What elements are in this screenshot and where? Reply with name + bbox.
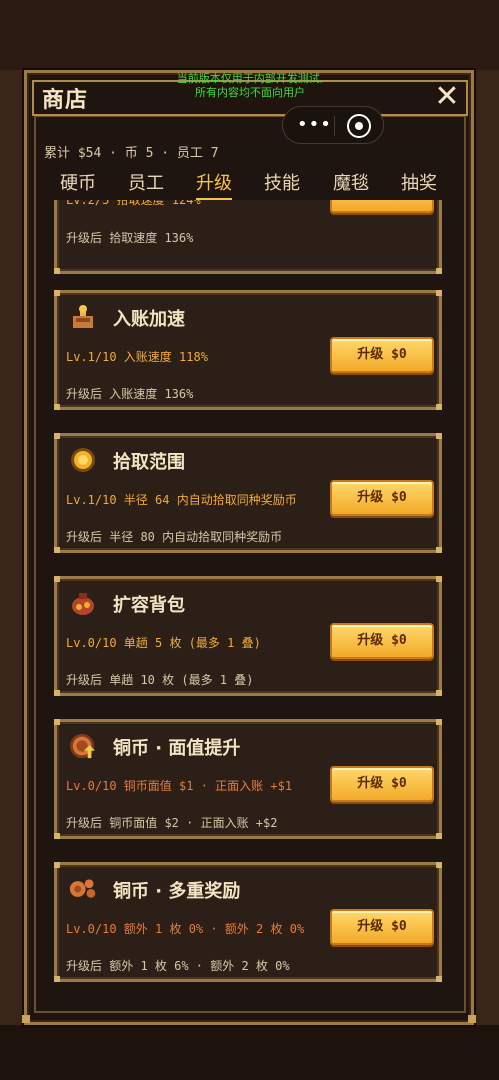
card-next-level: 升级后 半径 80 内自动拾取同种奖励币 (66, 530, 283, 544)
card-corner (54, 862, 60, 868)
card-corner (54, 404, 60, 410)
card-next-level: 升级后 单趟 10 枚 (最多 1 叠) (66, 673, 254, 687)
card-corner (54, 690, 60, 696)
card-current-level: Lv.0/10 铜币面值 $1 · 正面入账 +$1 (66, 779, 293, 793)
tab-staff[interactable]: 员工 (128, 170, 164, 198)
dev-notice-line1: 当前版本仅用于内部开发测试, (176, 72, 324, 85)
background-floor (0, 1025, 499, 1080)
shop-title: 商店 (42, 88, 89, 113)
card-corner (54, 290, 60, 296)
card-title: 铜币 · 面值提升 (113, 738, 241, 759)
card-next-level: 升级后 额外 1 枚 6% · 额外 2 枚 0% (66, 959, 290, 973)
card-corner (436, 433, 442, 439)
upgrade-button[interactable]: 升级 $0 (330, 480, 434, 516)
card-current-level: Lv.1/10 入账速度 118% (66, 350, 208, 364)
card-corner (436, 290, 442, 296)
upgrade-button[interactable]: 升级 $0 (330, 337, 434, 373)
card-title: 拾取范围 (113, 452, 185, 473)
card-next-level: 升级后 铜币面值 $2 · 正面入账 +$2 (66, 816, 278, 830)
upgrade-button[interactable]: 升级 $0 (330, 623, 434, 659)
upgrade-button[interactable]: 升级 $0 (330, 200, 434, 213)
card-current-level: Lv.0/10 单趟 5 枚 (最多 1 叠) (66, 636, 261, 650)
card-next-level: 升级后 拾取速度 136% (66, 231, 194, 245)
more-options-icon[interactable]: ••• (297, 114, 332, 135)
bag-icon (69, 589, 97, 617)
card-corner (54, 433, 60, 439)
card-corner (54, 719, 60, 725)
tab-coins[interactable]: 硬币 (60, 170, 96, 198)
exit-miniprogram-icon[interactable] (347, 114, 371, 138)
panel-corner (468, 1015, 476, 1023)
upgrade-card-pickup-speed: Lv.2/5 拾取速度 124% 升级后 拾取速度 136% 升级 $0 (54, 200, 442, 274)
card-corner (436, 576, 442, 582)
upgrade-card-pickup-range: 拾取范围 Lv.1/10 半径 64 内自动拾取同种奖励币 升级后 半径 80 … (54, 433, 442, 553)
card-corner (54, 833, 60, 839)
card-next-level: 升级后 入账速度 136% (66, 387, 194, 401)
upgrade-card-income-speed: 入账加速 Lv.1/10 入账速度 118% 升级后 入账速度 136% 升级 … (54, 290, 442, 410)
card-corner (54, 268, 60, 274)
tab-lottery[interactable]: 抽奖 (401, 170, 437, 198)
card-corner (436, 976, 442, 982)
card-corner (436, 862, 442, 868)
miniprogram-capsule: ••• (282, 106, 384, 144)
card-title: 扩容背包 (113, 595, 185, 616)
card-corner (54, 576, 60, 582)
card-title: 入账加速 (113, 309, 185, 330)
tab-upgrades[interactable]: 升级 (196, 170, 232, 200)
coin-glow-icon (69, 446, 97, 474)
card-title: 铜币 · 多重奖励 (113, 881, 241, 902)
dev-notice: 当前版本仅用于内部开发测试, 所有内容均不面向用户 (150, 72, 350, 100)
dev-notice-line2: 所有内容均不面向用户 (195, 86, 305, 99)
card-corner (436, 719, 442, 725)
card-corner (436, 268, 442, 274)
background-top (0, 0, 499, 70)
card-corner (436, 547, 442, 553)
card-corner (54, 547, 60, 553)
player-stats: 累计 $54 · 币 5 · 员工 7 (44, 146, 219, 161)
card-corner (436, 404, 442, 410)
capsule-divider (334, 116, 335, 136)
upgrade-card-bag-capacity: 扩容背包 Lv.0/10 单趟 5 枚 (最多 1 叠) 升级后 单趟 10 枚… (54, 576, 442, 696)
upgrade-list[interactable]: Lv.2/5 拾取速度 124% 升级后 拾取速度 136% 升级 $0 入账加… (44, 200, 456, 1005)
card-corner (436, 833, 442, 839)
copper-coins-icon (69, 875, 97, 903)
copper-coin-up-icon (69, 732, 97, 760)
cash-register-icon (69, 303, 97, 331)
upgrade-button[interactable]: 升级 $0 (330, 766, 434, 802)
close-button[interactable]: ✕ (430, 80, 464, 114)
tab-skills[interactable]: 技能 (264, 170, 300, 198)
card-current-level: Lv.0/10 额外 1 枚 0% · 额外 2 枚 0% (66, 922, 305, 936)
upgrade-card-copper-value: 铜币 · 面值提升 Lv.0/10 铜币面值 $1 · 正面入账 +$1 升级后… (54, 719, 442, 839)
card-current-level: Lv.1/10 半径 64 内自动拾取同种奖励币 (66, 493, 297, 507)
card-corner (54, 976, 60, 982)
upgrade-button[interactable]: 升级 $0 (330, 909, 434, 945)
shop-tabs: 硬币 员工 升级 技能 魔毯 抽奖 (44, 170, 454, 200)
upgrade-card-copper-multi: 铜币 · 多重奖励 Lv.0/10 额外 1 枚 0% · 额外 2 枚 0% … (54, 862, 442, 982)
card-current-level: Lv.2/5 拾取速度 124% (66, 200, 201, 207)
tab-carpet[interactable]: 魔毯 (333, 170, 369, 198)
panel-corner (22, 1015, 30, 1023)
card-corner (436, 690, 442, 696)
